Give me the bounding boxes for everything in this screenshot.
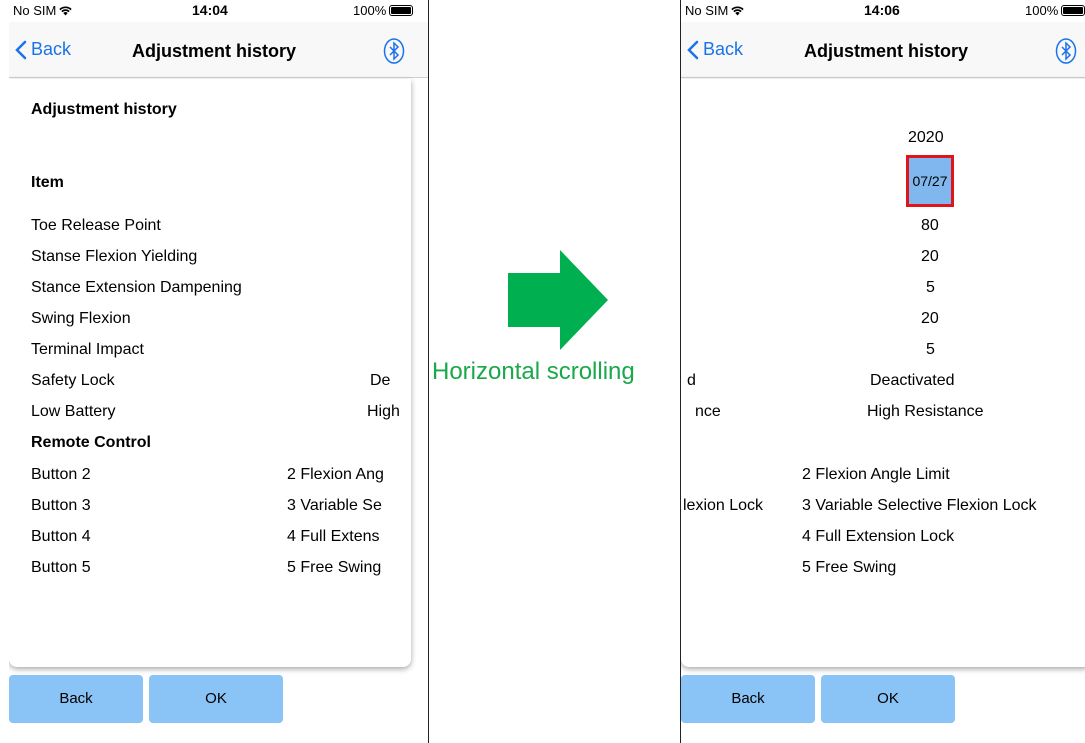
- history-sheet[interactable]: Adjustment history Item Toe Release Poin…: [9, 79, 411, 667]
- remote-button-value: 5 Free Swing: [287, 559, 382, 576]
- bluetooth-icon[interactable]: [1055, 38, 1077, 64]
- remote-button-label: Button 5: [31, 559, 91, 576]
- history-value: 20: [921, 310, 939, 327]
- remote-button-label: Button 2: [31, 466, 91, 483]
- item-value: De: [370, 372, 391, 389]
- item-label: Toe Release Point: [31, 217, 161, 234]
- partial-item-label: d: [687, 372, 696, 389]
- remote-button-value: 4 Full Extension Lock: [802, 528, 955, 545]
- ok-button[interactable]: OK: [821, 675, 955, 723]
- status-time: 14:06: [864, 2, 900, 18]
- carrier-label: No SIM: [13, 3, 73, 18]
- annotation-label: Horizontal scrolling: [432, 358, 635, 385]
- partial-item-label: nce: [695, 403, 721, 420]
- history-value: High Resistance: [867, 403, 984, 420]
- page-title: Adjustment history: [803, 41, 968, 61]
- history-value: 80: [921, 217, 939, 234]
- history-sheet[interactable]: 2020 07/27 80 20 5 20 5 d Deactivated nc…: [681, 79, 1085, 667]
- arrow-right-icon: [508, 250, 608, 350]
- history-year: 2020: [908, 129, 944, 146]
- bluetooth-icon[interactable]: [383, 38, 405, 64]
- ok-button[interactable]: OK: [149, 675, 283, 723]
- battery-indicator: 100%: [1025, 3, 1085, 18]
- remote-button-value: 2 Flexion Ang: [287, 466, 384, 483]
- carrier-label: No SIM: [685, 3, 745, 18]
- item-label: Stance Extension Dampening: [31, 279, 242, 296]
- wifi-icon: [59, 6, 73, 16]
- item-label: Low Battery: [31, 403, 116, 420]
- item-value: High: [367, 403, 400, 420]
- nav-bar: Back Adjustment history: [9, 22, 428, 78]
- left-screen: No SIM 14:04 100% Back Adjustment histor…: [9, 0, 429, 743]
- item-label: Swing Flexion: [31, 310, 131, 327]
- history-value: 5: [926, 341, 935, 358]
- item-label: Stanse Flexion Yielding: [31, 248, 198, 265]
- status-time: 14:04: [192, 2, 228, 18]
- history-value: Deactivated: [870, 372, 955, 389]
- item-column-header: Item: [31, 174, 64, 191]
- item-label: Terminal Impact: [31, 341, 144, 358]
- history-value: 20: [921, 248, 939, 265]
- item-label: Safety Lock: [31, 372, 115, 389]
- status-bar: No SIM 14:06 100%: [681, 0, 1085, 22]
- section-heading: Adjustment history: [31, 101, 177, 118]
- battery-icon: [389, 5, 414, 16]
- status-bar: No SIM 14:04 100%: [9, 0, 428, 22]
- battery-icon: [1061, 5, 1085, 16]
- remote-button-label: Button 4: [31, 528, 91, 545]
- right-screen: No SIM 14:06 100% Back Adjustment histor…: [680, 0, 1085, 743]
- page-title: Adjustment history: [131, 41, 296, 61]
- history-value: 5: [926, 279, 935, 296]
- remote-button-value: 3 Variable Se: [287, 497, 382, 514]
- remote-button-value: 5 Free Swing: [802, 559, 897, 576]
- wifi-icon: [731, 6, 745, 16]
- remote-control-header: Remote Control: [31, 434, 151, 451]
- back-button[interactable]: Back: [681, 675, 815, 723]
- remote-button-label: Button 3: [31, 497, 91, 514]
- remote-button-value: 2 Flexion Angle Limit: [802, 466, 950, 483]
- partial-remote-label: lexion Lock: [683, 497, 764, 514]
- history-date-cell[interactable]: 07/27: [906, 155, 954, 207]
- back-button[interactable]: Back: [9, 675, 143, 723]
- remote-button-value: 3 Variable Selective Flexion Lock: [802, 497, 1037, 514]
- remote-button-value: 4 Full Extens: [287, 528, 380, 545]
- battery-indicator: 100%: [353, 3, 414, 18]
- nav-bar: Back Adjustment history: [681, 22, 1085, 78]
